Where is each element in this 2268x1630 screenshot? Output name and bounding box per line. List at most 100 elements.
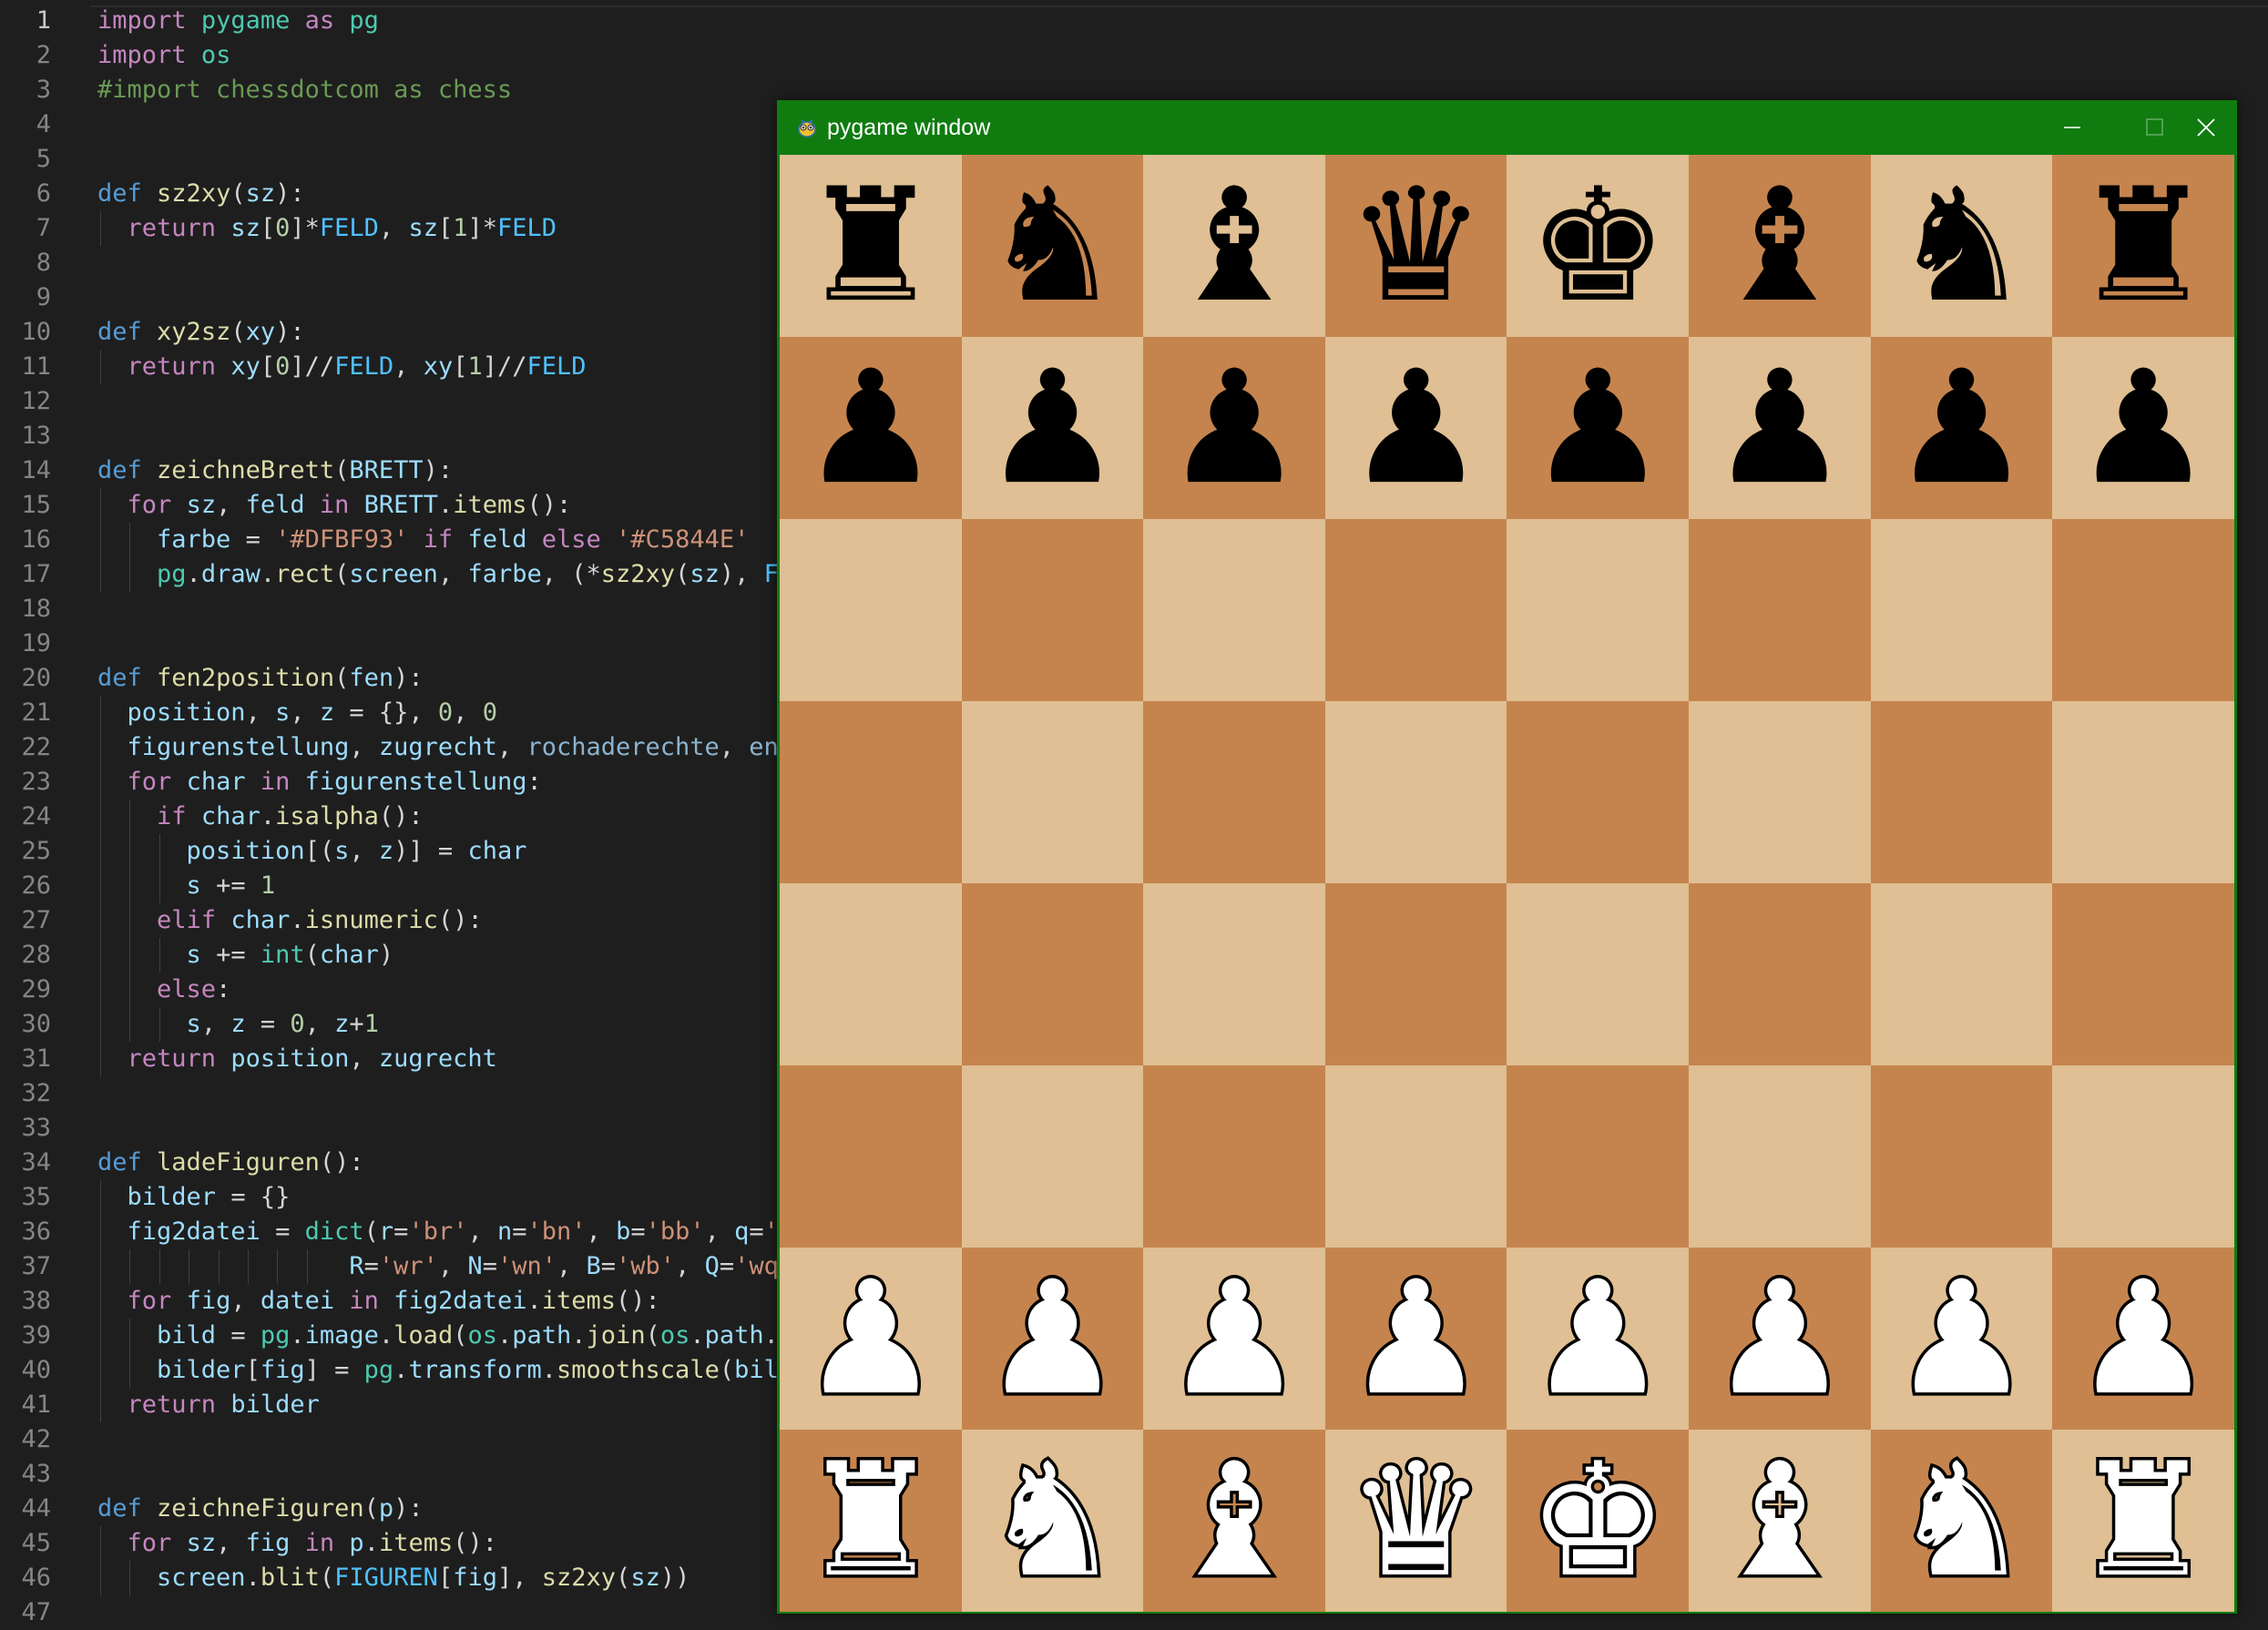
white-bishop-icon[interactable]: ♝ <box>1689 1430 1871 1612</box>
board-square[interactable]: ♟ <box>961 337 1144 519</box>
board-square[interactable] <box>1689 1065 1871 1248</box>
white-rook-icon[interactable]: ♜ <box>780 1430 962 1612</box>
black-pawn-icon[interactable]: ♟ <box>1325 337 1507 519</box>
white-knight-icon[interactable]: ♞ <box>1871 1430 2053 1612</box>
board-square[interactable]: ♛ <box>1324 1430 1507 1612</box>
black-pawn-icon[interactable]: ♟ <box>2052 337 2234 519</box>
black-queen-icon[interactable]: ♛ <box>1325 155 1507 337</box>
board-square[interactable] <box>1870 519 2053 701</box>
board-square[interactable] <box>1689 519 1871 701</box>
board-square[interactable] <box>2052 883 2235 1065</box>
white-rook-icon[interactable]: ♜ <box>2052 1430 2234 1612</box>
board-square[interactable] <box>1324 701 1507 883</box>
black-knight-icon[interactable]: ♞ <box>962 155 1144 337</box>
board-square[interactable]: ♟ <box>1689 337 1871 519</box>
board-square[interactable]: ♛ <box>1324 155 1507 337</box>
board-square[interactable] <box>2052 701 2235 883</box>
board-square[interactable] <box>1870 1065 2053 1248</box>
board-square[interactable] <box>1507 1065 1690 1248</box>
board-square[interactable]: ♝ <box>1143 1430 1326 1612</box>
board-square[interactable]: ♟ <box>1689 1248 1871 1430</box>
black-pawn-icon[interactable]: ♟ <box>1143 337 1325 519</box>
black-pawn-icon[interactable]: ♟ <box>1871 337 2053 519</box>
close-button[interactable] <box>2195 100 2237 155</box>
board-square[interactable] <box>780 1065 962 1248</box>
board-square[interactable]: ♜ <box>780 1430 962 1612</box>
black-pawn-icon[interactable]: ♟ <box>1507 337 1689 519</box>
board-square[interactable] <box>1507 883 1690 1065</box>
board-square[interactable]: ♟ <box>1324 1248 1507 1430</box>
black-knight-icon[interactable]: ♞ <box>1871 155 2053 337</box>
board-square[interactable]: ♟ <box>1507 337 1690 519</box>
board-square[interactable] <box>1143 1065 1326 1248</box>
white-king-icon[interactable]: ♚ <box>1507 1430 1689 1612</box>
board-square[interactable]: ♜ <box>2052 155 2235 337</box>
black-bishop-icon[interactable]: ♝ <box>1689 155 1871 337</box>
chess-board[interactable]: ♜ ♞ ♝ ♛ ♚ ♝ ♞ ♜ ♟ ♟ ♟ ♟ ♟ ♟ ♟ ♟ ♟ ♟ ♟ ♟ ♟ ♟ ♟ ♟ ♜ ♞ ♝ ♛ ♚ ♝ ♞ ♜ <box>780 155 2235 1612</box>
board-square[interactable]: ♟ <box>2052 337 2235 519</box>
board-square[interactable] <box>961 701 1144 883</box>
white-pawn-icon[interactable]: ♟ <box>1325 1248 1507 1430</box>
minimize-button[interactable] <box>2031 100 2113 155</box>
black-bishop-icon[interactable]: ♝ <box>1143 155 1325 337</box>
board-square[interactable]: ♟ <box>1507 1248 1690 1430</box>
white-pawn-icon[interactable]: ♟ <box>780 1248 962 1430</box>
board-square[interactable] <box>1143 883 1326 1065</box>
board-square[interactable]: ♞ <box>1870 155 2053 337</box>
black-king-icon[interactable]: ♚ <box>1507 155 1689 337</box>
board-square[interactable]: ♚ <box>1507 155 1690 337</box>
black-rook-icon[interactable]: ♜ <box>2052 155 2234 337</box>
board-square[interactable] <box>1324 519 1507 701</box>
board-square[interactable]: ♟ <box>1143 337 1326 519</box>
board-square[interactable] <box>961 1065 1144 1248</box>
board-square[interactable]: ♟ <box>961 1248 1144 1430</box>
white-pawn-icon[interactable]: ♟ <box>1689 1248 1871 1430</box>
board-square[interactable]: ♝ <box>1689 1430 1871 1612</box>
board-square[interactable]: ♚ <box>1507 1430 1690 1612</box>
board-square[interactable] <box>961 519 1144 701</box>
board-square[interactable] <box>780 883 962 1065</box>
white-pawn-icon[interactable]: ♟ <box>1143 1248 1325 1430</box>
board-square[interactable]: ♝ <box>1143 155 1326 337</box>
board-square[interactable]: ♞ <box>961 155 1144 337</box>
board-square[interactable] <box>961 883 1144 1065</box>
code-line[interactable]: 1 import pygame as pg <box>0 4 2268 38</box>
board-square[interactable] <box>1870 701 2053 883</box>
board-square[interactable]: ♟ <box>780 337 962 519</box>
board-square[interactable] <box>2052 1065 2235 1248</box>
white-bishop-icon[interactable]: ♝ <box>1143 1430 1325 1612</box>
board-square[interactable] <box>1689 883 1871 1065</box>
code-line[interactable]: 2 import os <box>0 38 2268 73</box>
black-rook-icon[interactable]: ♜ <box>780 155 962 337</box>
board-square[interactable]: ♜ <box>2052 1430 2235 1612</box>
board-square[interactable]: ♟ <box>1870 337 2053 519</box>
board-square[interactable] <box>1324 1065 1507 1248</box>
board-square[interactable] <box>1507 701 1690 883</box>
board-square[interactable]: ♟ <box>1324 337 1507 519</box>
board-square[interactable]: ♞ <box>1870 1430 2053 1612</box>
window-title-bar[interactable]: pygame window <box>777 100 2237 155</box>
board-square[interactable] <box>780 701 962 883</box>
board-square[interactable]: ♟ <box>1143 1248 1326 1430</box>
black-pawn-icon[interactable]: ♟ <box>1689 337 1871 519</box>
white-pawn-icon[interactable]: ♟ <box>1871 1248 2053 1430</box>
pygame-window[interactable]: pygame window ♜ ♞ ♝ ♛ ♚ ♝ ♞ ♜ ♟ ♟ ♟ ♟ ♟ ♟ ♟ ♟ ♟ ♟ ♟ ♟ ♟ ♟ ♟ ♟ ♜ ♞… <box>777 100 2237 1614</box>
board-square[interactable]: ♟ <box>780 1248 962 1430</box>
board-square[interactable]: ♟ <box>2052 1248 2235 1430</box>
board-square[interactable]: ♟ <box>1870 1248 2053 1430</box>
board-square[interactable] <box>1143 701 1326 883</box>
white-queen-icon[interactable]: ♛ <box>1325 1430 1507 1612</box>
white-pawn-icon[interactable]: ♟ <box>962 1248 1144 1430</box>
white-knight-icon[interactable]: ♞ <box>962 1430 1144 1612</box>
board-square[interactable]: ♞ <box>961 1430 1144 1612</box>
board-square[interactable] <box>1143 519 1326 701</box>
board-square[interactable] <box>1507 519 1690 701</box>
board-square[interactable] <box>1689 701 1871 883</box>
white-pawn-icon[interactable]: ♟ <box>1507 1248 1689 1430</box>
board-square[interactable]: ♝ <box>1689 155 1871 337</box>
white-pawn-icon[interactable]: ♟ <box>2052 1248 2234 1430</box>
board-square[interactable] <box>2052 519 2235 701</box>
black-pawn-icon[interactable]: ♟ <box>962 337 1144 519</box>
maximize-button[interactable] <box>2113 100 2195 155</box>
board-square[interactable] <box>1324 883 1507 1065</box>
